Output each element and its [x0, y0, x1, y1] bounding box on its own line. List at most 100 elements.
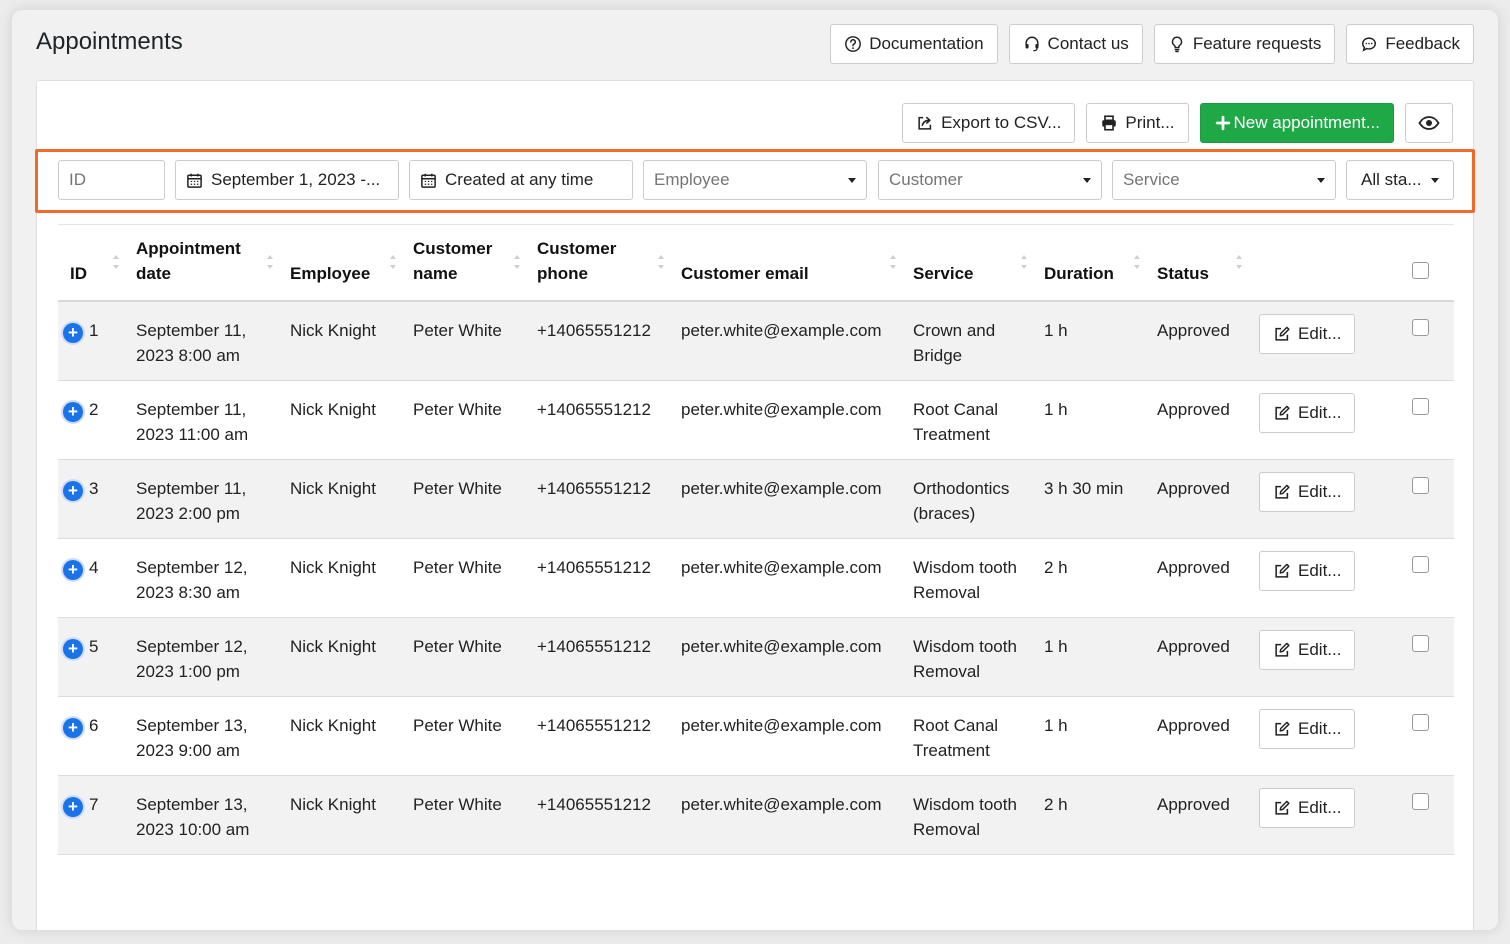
header-customer-phone-label: Customer phone [537, 238, 617, 283]
select-all-checkbox[interactable] [1411, 261, 1429, 279]
cell-appointment-date: September 13, 2023 9:00 am [124, 696, 278, 775]
question-circle-icon [845, 36, 862, 52]
expand-row-icon[interactable]: + [63, 559, 83, 580]
new-appointment-button[interactable]: New appointment... [1199, 103, 1394, 143]
header-customer-name[interactable]: Customer name [401, 225, 525, 301]
cell-select [1386, 380, 1454, 459]
expand-row-icon[interactable]: + [63, 480, 83, 501]
cell-employee: Nick Knight [278, 617, 401, 696]
cell-customer-name: Peter White [401, 775, 525, 854]
row-service: Wisdom tooth Removal [913, 636, 1017, 681]
row-customer-email: peter.white@example.com [681, 636, 882, 656]
row-customer-name: Peter White [413, 478, 502, 498]
cell-customer-name: Peter White [401, 459, 525, 538]
edit-button[interactable]: Edit... [1259, 392, 1356, 433]
feedback-button[interactable]: Feedback [1346, 24, 1474, 64]
header-actions [1247, 225, 1386, 301]
cell-id: +5 [58, 617, 124, 696]
row-checkbox[interactable] [1411, 713, 1429, 731]
row-customer-phone: +14065551212 [537, 557, 651, 577]
cell-status: Approved [1145, 380, 1247, 459]
row-checkbox[interactable] [1411, 634, 1429, 652]
cell-id: +4 [58, 538, 124, 617]
row-employee: Nick Knight [290, 794, 376, 814]
cell-customer-name: Peter White [401, 617, 525, 696]
cell-customer-name: Peter White [401, 380, 525, 459]
header-duration[interactable]: Duration [1032, 225, 1145, 301]
customer-filter-select[interactable]: Customer [878, 160, 1102, 200]
status-filter-select[interactable]: All sta... [1346, 160, 1454, 200]
header-customer-email[interactable]: Customer email [669, 225, 901, 301]
cell-duration: 1 h [1032, 301, 1145, 381]
row-checkbox[interactable] [1411, 397, 1429, 415]
service-filter-select[interactable]: Service [1112, 160, 1336, 200]
row-duration: 1 h [1044, 399, 1068, 419]
feature-requests-button[interactable]: Feature requests [1153, 24, 1336, 64]
edit-button[interactable]: Edit... [1259, 787, 1356, 828]
edit-button[interactable]: Edit... [1259, 550, 1356, 591]
expand-row-icon[interactable]: + [63, 401, 83, 422]
edit-button[interactable]: Edit... [1259, 313, 1356, 354]
row-customer-phone: +14065551212 [537, 399, 651, 419]
row-customer-name: Peter White [413, 320, 502, 340]
expand-row-icon[interactable]: + [63, 638, 83, 659]
cell-status: Approved [1145, 538, 1247, 617]
row-id: 7 [89, 794, 99, 814]
header-customer-phone[interactable]: Customer phone [525, 225, 669, 301]
cell-actions: Edit... [1247, 696, 1386, 775]
speech-bubble-icon [1362, 37, 1377, 52]
row-customer-name: Peter White [413, 715, 502, 735]
expand-row-icon[interactable]: + [63, 322, 83, 343]
edit-button[interactable]: Edit... [1259, 471, 1356, 512]
employee-filter-label: Employee [654, 170, 730, 189]
header-service[interactable]: Service [901, 225, 1032, 301]
cell-appointment-date: September 11, 2023 11:00 am [124, 380, 278, 459]
chevron-down-icon [848, 177, 856, 183]
print-label: Print... [1125, 113, 1175, 132]
edit-button[interactable]: Edit... [1259, 708, 1356, 749]
column-visibility-button[interactable] [1405, 103, 1453, 143]
cell-customer-email: peter.white@example.com [669, 775, 901, 854]
header-status[interactable]: Status [1145, 225, 1247, 301]
print-button[interactable]: Print... [1086, 103, 1189, 143]
header-id[interactable]: ID [58, 225, 124, 301]
date-range-filter[interactable]: September 1, 2023 -... [175, 160, 399, 200]
row-employee: Nick Knight [290, 399, 376, 419]
cell-status: Approved [1145, 617, 1247, 696]
export-csv-button[interactable]: Export to CSV... [902, 103, 1076, 143]
employee-filter-select[interactable]: Employee [643, 160, 867, 200]
cell-customer-email: peter.white@example.com [669, 617, 901, 696]
row-duration: 1 h [1044, 636, 1068, 656]
row-checkbox[interactable] [1411, 792, 1429, 810]
contact-us-button[interactable]: Contact us [1008, 24, 1143, 64]
row-checkbox[interactable] [1411, 476, 1429, 494]
cell-actions: Edit... [1247, 380, 1386, 459]
created-at-filter[interactable]: Created at any time [409, 160, 633, 200]
edit-label: Edit... [1298, 718, 1342, 738]
row-employee: Nick Knight [290, 715, 376, 735]
row-id: 4 [89, 557, 99, 577]
cell-customer-name: Peter White [401, 301, 525, 381]
expand-row-icon[interactable]: + [63, 717, 83, 738]
row-status: Approved [1157, 399, 1230, 419]
edit-button[interactable]: Edit... [1259, 629, 1356, 670]
sort-icon [513, 255, 521, 269]
cell-select [1386, 538, 1454, 617]
row-checkbox[interactable] [1411, 555, 1429, 573]
expand-row-icon[interactable]: + [63, 796, 83, 817]
row-checkbox[interactable] [1411, 318, 1429, 336]
id-filter-input[interactable] [58, 160, 165, 200]
customer-filter-label: Customer [889, 170, 963, 189]
cell-customer-phone: +14065551212 [525, 617, 669, 696]
header-appointment-date[interactable]: Appointment date [124, 225, 278, 301]
documentation-button[interactable]: Documentation [830, 24, 998, 64]
cell-id: +6 [58, 696, 124, 775]
header-employee[interactable]: Employee [278, 225, 401, 301]
header-customer-email-label: Customer email [681, 263, 809, 283]
row-service: Root Canal Treatment [913, 399, 999, 444]
edit-icon [1275, 642, 1290, 657]
row-customer-name: Peter White [413, 794, 502, 814]
edit-label: Edit... [1298, 323, 1342, 343]
row-service: Orthodontics (braces) [913, 478, 1010, 523]
header-select-all [1386, 225, 1454, 301]
